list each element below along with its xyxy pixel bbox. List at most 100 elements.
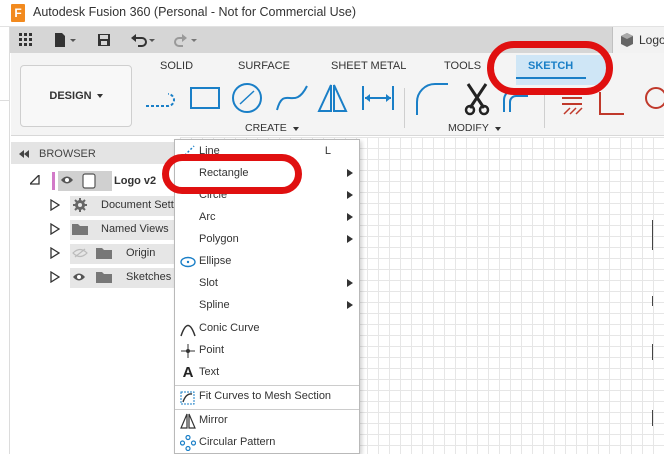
save-icon[interactable] bbox=[94, 30, 114, 50]
folder-icon bbox=[96, 271, 112, 286]
menu-item-fit-curves[interactable]: Fit Curves to Mesh Section bbox=[175, 386, 359, 408]
axis-marker bbox=[652, 410, 664, 426]
left-edge bbox=[0, 27, 10, 454]
circle-tool-icon[interactable] bbox=[230, 82, 264, 117]
menu-item-label: Fit Curves to Mesh Section bbox=[199, 390, 332, 402]
workspace-label: DESIGN bbox=[49, 90, 92, 102]
menu-item-mirror[interactable]: Mirror bbox=[175, 410, 359, 432]
tree-row-origin[interactable]: Origin bbox=[30, 242, 190, 264]
visibility-hidden-eye-icon[interactable] bbox=[72, 248, 88, 261]
active-component-marker bbox=[52, 172, 55, 190]
menu-item-label: Point bbox=[199, 344, 225, 356]
menu-item-label: Text bbox=[199, 366, 220, 378]
window-title: Autodesk Fusion 360 (Personal - Not for … bbox=[33, 5, 357, 19]
tree-row-root[interactable]: Logo v2 bbox=[28, 170, 180, 192]
tangent-constraint-icon[interactable] bbox=[638, 86, 664, 119]
tree-item-label: Logo v2 bbox=[114, 175, 157, 187]
folder-icon bbox=[72, 223, 88, 238]
menu-item-circular-pattern[interactable]: Circular Pattern bbox=[175, 432, 359, 454]
text-icon: A bbox=[182, 364, 194, 381]
menu-shortcut: L bbox=[324, 145, 331, 157]
gear-icon bbox=[73, 198, 87, 215]
collapse-left-icon[interactable] bbox=[18, 149, 30, 161]
menu-item-text[interactable]: A Text bbox=[175, 362, 359, 384]
menu-item-label: Mirror bbox=[199, 414, 228, 426]
red-highlight-sketch-tab bbox=[487, 41, 613, 95]
mirror-tool-icon[interactable] bbox=[316, 82, 348, 117]
document-tab[interactable]: Logo bbox=[612, 27, 664, 53]
folder-icon bbox=[96, 247, 112, 262]
left-edge-divider bbox=[0, 100, 10, 101]
expand-triangle-icon[interactable] bbox=[50, 246, 61, 262]
tree-item-label: Origin bbox=[126, 247, 156, 259]
create-group-text: CREATE bbox=[245, 122, 287, 134]
menu-item-label: Polygon bbox=[199, 233, 239, 245]
dimension-tool-icon[interactable] bbox=[360, 84, 396, 115]
caret-down-icon bbox=[494, 127, 501, 131]
expand-triangle-icon[interactable] bbox=[50, 270, 61, 286]
document-tab-label: Logo bbox=[639, 33, 664, 47]
modify-group-label[interactable]: MODIFY bbox=[448, 122, 501, 134]
perpendicular-constraint-icon[interactable] bbox=[596, 90, 626, 119]
axis-marker bbox=[652, 220, 664, 250]
spline-tool-icon[interactable] bbox=[274, 82, 310, 117]
fillet-tool-icon[interactable] bbox=[414, 82, 450, 119]
collapse-triangle-icon[interactable] bbox=[28, 173, 40, 188]
submenu-arrow-icon bbox=[347, 279, 353, 287]
fusion-logo-icon: F bbox=[11, 4, 25, 22]
tab-tools[interactable]: TOOLS bbox=[444, 60, 481, 72]
mirror-icon bbox=[180, 413, 196, 429]
tree-row-document-settings[interactable]: Document Setti bbox=[30, 194, 180, 216]
submenu-arrow-icon bbox=[347, 191, 353, 199]
browser-header bbox=[11, 142, 187, 164]
menu-item-arc[interactable]: Arc bbox=[175, 207, 359, 229]
menu-item-label: Spline bbox=[199, 299, 230, 311]
caret-down-icon bbox=[96, 94, 103, 98]
tab-surface[interactable]: SURFACE bbox=[238, 60, 290, 72]
menu-item-label: Slot bbox=[199, 277, 218, 289]
expand-triangle-icon[interactable] bbox=[50, 198, 61, 214]
component-icon bbox=[82, 173, 96, 192]
axis-marker bbox=[652, 296, 664, 306]
tree-item-label: Document Setti bbox=[101, 199, 177, 211]
modify-group-text: MODIFY bbox=[448, 122, 489, 134]
axis-marker bbox=[652, 344, 664, 360]
menu-item-slot[interactable]: Slot bbox=[175, 273, 359, 295]
red-highlight-rectangle bbox=[162, 154, 302, 194]
line-tool-icon[interactable] bbox=[144, 84, 180, 115]
trim-scissors-icon[interactable] bbox=[462, 82, 492, 119]
workspace-switcher[interactable]: DESIGN bbox=[20, 65, 132, 127]
submenu-arrow-icon bbox=[347, 235, 353, 243]
ellipse-icon bbox=[180, 254, 196, 270]
conic-curve-icon bbox=[180, 321, 196, 337]
component-icon bbox=[619, 32, 635, 51]
menu-item-spline[interactable]: Spline bbox=[175, 295, 359, 317]
visibility-eye-icon[interactable] bbox=[72, 272, 86, 285]
point-icon bbox=[180, 343, 196, 359]
rectangle-tool-icon[interactable] bbox=[188, 84, 222, 115]
grid-menu-icon[interactable] bbox=[16, 30, 36, 50]
redo-icon[interactable] bbox=[168, 30, 202, 50]
submenu-arrow-icon bbox=[347, 213, 353, 221]
undo-icon[interactable] bbox=[128, 30, 158, 50]
tab-sheet-metal[interactable]: SHEET METAL bbox=[331, 60, 406, 72]
menu-item-ellipse[interactable]: Ellipse bbox=[175, 251, 359, 273]
expand-triangle-icon[interactable] bbox=[50, 222, 61, 238]
visibility-eye-icon[interactable] bbox=[60, 175, 74, 188]
caret-down-icon bbox=[292, 127, 299, 131]
menu-item-polygon[interactable]: Polygon bbox=[175, 229, 359, 251]
file-menu-icon[interactable] bbox=[50, 30, 80, 50]
create-group-label[interactable]: CREATE bbox=[245, 122, 299, 134]
tree-row-named-views[interactable]: Named Views bbox=[30, 218, 180, 240]
menu-item-label: Circular Pattern bbox=[199, 436, 276, 448]
browser-title: BROWSER bbox=[39, 148, 96, 160]
menu-item-point[interactable]: Point bbox=[175, 340, 359, 362]
menu-item-conic-curve[interactable]: Conic Curve bbox=[175, 318, 359, 340]
tab-solid[interactable]: SOLID bbox=[160, 60, 193, 72]
tree-item-label: Sketches bbox=[126, 271, 172, 283]
menu-item-label: Ellipse bbox=[199, 255, 232, 267]
tree-row-sketches[interactable]: Sketches bbox=[30, 266, 190, 288]
menu-item-label: Conic Curve bbox=[199, 322, 260, 334]
coincident-constraint-icon[interactable] bbox=[560, 94, 584, 119]
submenu-arrow-icon bbox=[347, 301, 353, 309]
